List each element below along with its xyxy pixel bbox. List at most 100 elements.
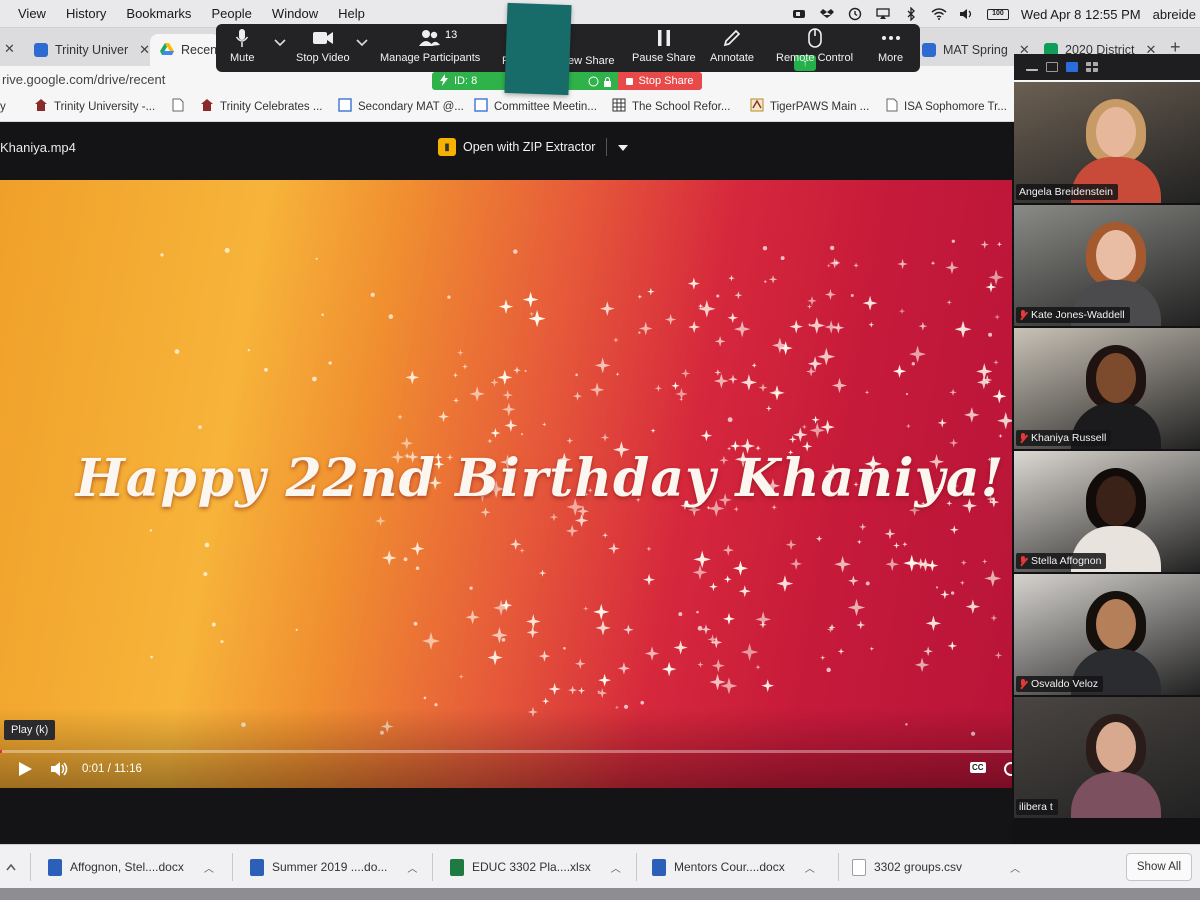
chevron-up-icon[interactable]: ︿ [407,860,417,875]
chevron-up-icon[interactable]: ︿ [611,860,621,875]
download-item[interactable]: 3302 groups.csv ︿ [852,853,1020,881]
participant-tile[interactable]: Osvaldo Veloz [1014,574,1200,695]
bookmark-item[interactable]: The School Refor... [612,98,730,115]
menubar-clock[interactable]: Wed Apr 8 12:55 PM [1021,7,1141,22]
menu-view[interactable]: View [8,6,56,21]
drive-preview-footer [0,788,1012,844]
more-button[interactable]: More [878,28,903,64]
close-icon[interactable]: ✕ [139,42,150,58]
bookmark-item[interactable] [172,98,184,115]
sparkle [925,615,942,631]
sparkle [868,321,875,328]
bluetooth-icon[interactable] [903,7,919,21]
sparkle [801,424,807,430]
chevron-up-icon[interactable] [6,860,16,874]
menu-history[interactable]: History [56,6,116,21]
chevron-down-icon[interactable] [356,36,368,50]
menu-help[interactable]: Help [328,6,375,21]
bookmark-item[interactable]: Secondary MAT @... [338,98,464,115]
sparkle [529,311,535,317]
participant-tile[interactable]: Kate Jones-Waddell [1014,205,1200,326]
remote-control-button[interactable]: Remote Control [776,28,853,64]
sparkle [594,357,611,374]
menubar-user[interactable]: abreide [1153,7,1196,22]
minimize-icon[interactable] [1026,63,1038,71]
pause-share-button[interactable]: Pause Share [632,28,696,64]
bookmark-item[interactable]: Trinity Celebrates ... [200,98,322,115]
wifi-icon[interactable] [931,7,947,21]
stop-video-button[interactable]: Stop Video [296,28,350,64]
tab-recent[interactable]: Recent [150,34,221,66]
participant-tile[interactable]: Angela Breidenstein [1014,82,1200,203]
open-with-button[interactable]: ▮ Open with ZIP Extractor [438,134,629,160]
sparkle-dot [575,373,578,377]
bookmark-item[interactable]: Committee Meetin... [474,98,597,115]
time-machine-icon[interactable] [847,7,863,21]
grid-view-icon[interactable] [1086,62,1098,72]
chevron-up-icon[interactable]: ︿ [204,860,214,875]
sparkle [502,389,513,401]
menu-people[interactable]: People [201,6,261,21]
sparkle [600,433,610,442]
strip-view-icon[interactable] [1066,62,1078,72]
sparkle [976,375,991,390]
participant-tile[interactable]: Stella Affognon [1014,451,1200,572]
closed-captions-button[interactable]: CC [970,762,986,773]
sparkle-dot [764,280,767,283]
pause-share-label: Pause Share [632,52,696,64]
sparkle [675,387,688,401]
zoom-status-icon[interactable] [791,7,807,21]
bookmark-item[interactable]: Trinity University -... [34,98,155,115]
sparkle-dot [415,566,420,570]
sparkle [945,260,959,275]
dropbox-icon[interactable] [819,7,835,21]
page-icon [172,98,184,115]
airplay-icon[interactable] [875,7,891,21]
lightning-icon [440,73,448,89]
play-icon[interactable] [16,760,34,778]
pause-icon [657,28,671,48]
annotate-button[interactable]: Annotate [710,28,754,64]
battery-icon[interactable]: 100 [986,8,1009,20]
url-text[interactable]: rive.google.com/drive/recent [2,72,165,87]
download-item[interactable]: EDUC 3302 Pla....xlsx ︿ [450,853,621,881]
progress-bar[interactable] [0,750,1012,753]
menu-window[interactable]: Window [262,6,328,21]
volume-icon[interactable] [50,760,70,778]
sparkle [487,438,493,444]
tab-close-partial[interactable]: ✕ [4,41,15,57]
chevron-up-icon[interactable]: ︿ [805,860,815,875]
menu-bookmarks[interactable]: Bookmarks [116,6,201,21]
download-item[interactable]: Affognon, Stel....docx ︿ [48,853,214,881]
download-item[interactable]: Summer 2019 ....do... ︿ [250,853,417,881]
sparkle [709,582,718,592]
sparkle [954,320,972,338]
sparkle [465,610,480,625]
mute-button[interactable]: Mute [230,28,254,64]
sparkle [765,405,772,412]
single-view-icon[interactable] [1046,62,1058,72]
download-item[interactable]: Mentors Cour....docx ︿ [652,853,815,881]
bookmark-item[interactable]: TigerPAWS Main ... [750,98,869,115]
participant-tile[interactable]: ilibera t [1014,697,1200,818]
video-player[interactable]: Happy 22nd Birthday Khaniya! Play (k) 0:… [0,180,1012,788]
chevron-down-icon[interactable] [274,36,286,50]
participant-nametag: Stella Affognon [1016,553,1107,569]
chevron-up-icon[interactable]: ︿ [1010,860,1020,875]
sparkle [758,383,768,393]
participant-nametag: Khaniya Russell [1016,430,1112,446]
sparkle-dot [727,417,733,423]
tab-trinity-university[interactable]: Trinity Univer ✕ [24,34,160,66]
bookmark-partial[interactable]: y [0,101,6,113]
sparkle [988,269,1004,286]
show-all-button[interactable]: Show All [1125,853,1192,881]
settings-gear-icon[interactable] [1002,760,1012,778]
participant-tile[interactable]: Khaniya Russell [1014,328,1200,449]
bookmark-item[interactable]: ISA Sophomore Tr... [886,98,1007,115]
volume-icon[interactable] [959,7,975,21]
stop-share-button[interactable]: Stop Share [618,72,702,90]
manage-participants-button[interactable]: Manage Participants [380,28,480,64]
new-share-button[interactable]: ew Share [568,55,614,67]
sparkle [869,646,875,651]
chevron-down-icon[interactable] [618,140,629,154]
